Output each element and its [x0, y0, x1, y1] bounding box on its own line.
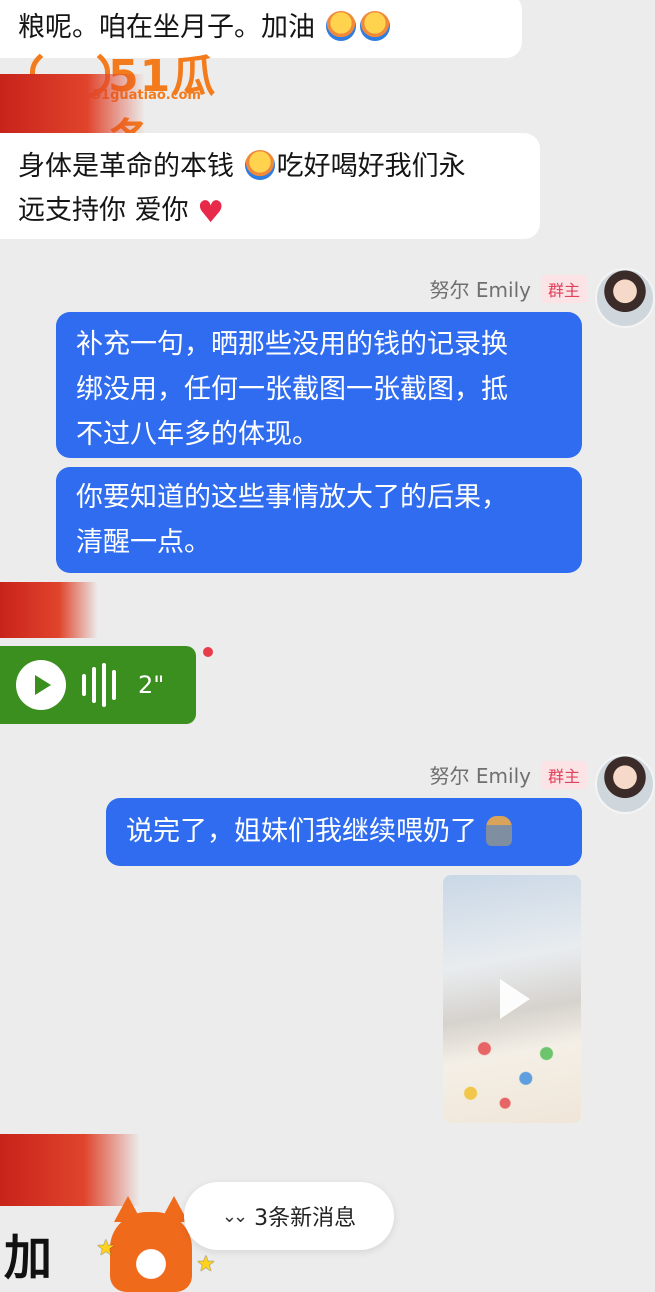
message-text-line1b: 吃好喝好我们永	[276, 151, 466, 182]
sticker-fragment	[0, 74, 145, 136]
avatar[interactable]	[595, 268, 655, 328]
outgoing-message[interactable]: 说完了，姐妹们我继续喂奶了	[106, 798, 582, 866]
message-text-line2: 清醒一点。	[76, 527, 211, 558]
video-play-icon[interactable]	[500, 979, 530, 1019]
chevron-double-down-icon: ⌄⌄	[221, 1205, 248, 1227]
message-text-line2: 绑没用，任何一张截图一张截图，抵	[76, 374, 508, 405]
new-messages-button[interactable]: ⌄⌄ 3条新消息	[184, 1182, 394, 1250]
message-text-line2: 远支持你 爱你	[18, 195, 189, 226]
heart-icon: ♥	[197, 195, 225, 230]
unread-dot	[203, 647, 213, 657]
sender-name: 努尔 Emily	[429, 278, 531, 302]
video-thumbnail[interactable]	[443, 875, 581, 1123]
outgoing-message[interactable]: 补充一句，晒那些没用的钱的记录换 绑没用，任何一张截图一张截图，抵 不过八年多的…	[56, 312, 582, 458]
message-text: 说完了，姐妹们我继续喂奶了	[126, 816, 477, 847]
message-text-line3: 不过八年多的体现。	[76, 419, 319, 450]
group-owner-badge: 群主	[540, 760, 587, 789]
star-icon: ★	[196, 1252, 216, 1277]
sender-header: 努尔 Emily 群主	[430, 760, 587, 789]
message-text-line1: 身体是革命的本钱	[18, 151, 234, 182]
new-messages-label: 3条新消息	[254, 1206, 357, 1231]
incoming-message[interactable]: 身体是革命的本钱 吃好喝好我们永 远支持你 爱你 ♥	[0, 133, 540, 239]
waveform-icon	[82, 663, 116, 707]
voice-message[interactable]: 2"	[0, 646, 196, 724]
sticker-fragment	[0, 582, 98, 638]
sticker-text: 加	[4, 1230, 53, 1286]
outgoing-message[interactable]: 你要知道的这些事情放大了的后果， 清醒一点。	[56, 467, 582, 573]
star-icon: ★	[96, 1236, 116, 1261]
avatar[interactable]	[595, 754, 655, 814]
sender-name: 努尔 Emily	[429, 764, 531, 788]
message-text: 粮呢。咱在坐月子。加油	[18, 12, 315, 43]
hug-emoji-icon	[325, 11, 356, 41]
message-text-line1: 你要知道的这些事情放大了的后果，	[76, 482, 508, 513]
voice-duration: 2"	[138, 671, 165, 699]
hug-emoji-icon	[244, 150, 275, 180]
sender-header: 努尔 Emily 群主	[430, 274, 587, 303]
play-icon[interactable]	[16, 660, 66, 710]
fox-sticker[interactable]	[110, 1212, 192, 1292]
hug-emoji-icon	[359, 11, 390, 41]
group-owner-badge: 群主	[540, 274, 587, 303]
breastfeeding-emoji-icon	[485, 816, 512, 846]
message-text-line1: 补充一句，晒那些没用的钱的记录换	[76, 329, 508, 360]
